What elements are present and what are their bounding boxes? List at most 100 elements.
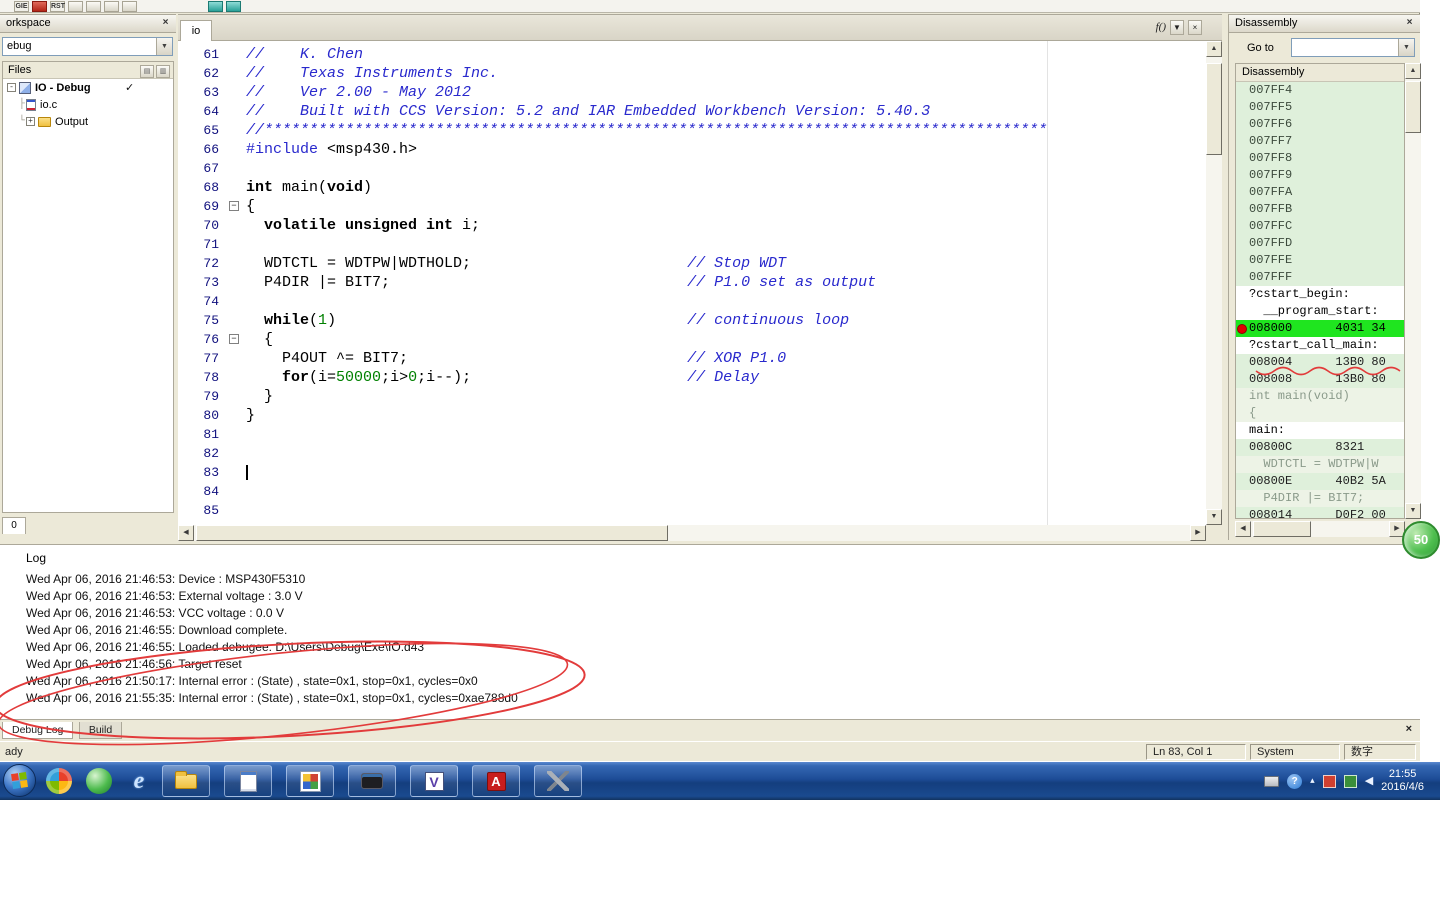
symbols-window-icon[interactable] bbox=[226, 1, 241, 12]
tab-debug-log[interactable]: Debug Log bbox=[2, 722, 74, 739]
journal-window-button[interactable] bbox=[224, 765, 272, 797]
tab-build[interactable]: Build bbox=[78, 722, 123, 739]
code-area[interactable]: 61// K. Chen 62// Texas Instruments Inc. 6… bbox=[178, 41, 1206, 525]
code-line[interactable]: 70 volatile unsigned int i; bbox=[178, 216, 1206, 235]
fold-icon[interactable]: − bbox=[229, 201, 239, 211]
adobe-reader-window-button[interactable]: A bbox=[472, 765, 520, 797]
code-line[interactable]: 71 bbox=[178, 235, 1206, 254]
help-tray-icon[interactable]: ? bbox=[1287, 773, 1303, 789]
code-line[interactable]: 85 bbox=[178, 501, 1206, 520]
memory-window-icon[interactable] bbox=[122, 1, 137, 12]
scroll-down-icon[interactable]: ▼ bbox=[1206, 509, 1222, 525]
disasm-row[interactable]: 00800E 40B2 5A bbox=[1236, 473, 1404, 490]
expander-icon[interactable]: + bbox=[26, 117, 36, 126]
expander-icon[interactable]: - bbox=[7, 83, 16, 92]
power-log-icon[interactable] bbox=[32, 1, 47, 12]
register-window-icon[interactable] bbox=[104, 1, 119, 12]
stack-window-icon[interactable] bbox=[68, 1, 83, 12]
status-ime-mode[interactable]: 数字 bbox=[1344, 744, 1416, 760]
disasm-row[interactable]: P4DIR |= BIT7; bbox=[1236, 490, 1404, 507]
printer-tray-icon[interactable] bbox=[1264, 775, 1280, 787]
disasm-row[interactable]: 007FF6 bbox=[1236, 116, 1404, 133]
disasm-row[interactable]: main: bbox=[1236, 422, 1404, 439]
scrollbar-thumb[interactable] bbox=[1206, 63, 1222, 155]
code-line[interactable]: 74 bbox=[178, 292, 1206, 311]
terminal-io-icon[interactable] bbox=[86, 1, 101, 12]
code-line[interactable]: 75 while(1) // continuous loop bbox=[178, 311, 1206, 330]
code-line[interactable]: 68 int main(void) bbox=[178, 178, 1206, 197]
scroll-down-icon[interactable]: ▼ bbox=[1405, 503, 1421, 519]
chevron-down-icon[interactable]: ▼ bbox=[1170, 19, 1184, 35]
code-line[interactable]: 80} bbox=[178, 406, 1206, 425]
code-line[interactable]: 76− { bbox=[178, 330, 1206, 349]
files-columns-icon[interactable]: ▥ bbox=[156, 65, 170, 78]
folder-window-button[interactable] bbox=[162, 765, 210, 797]
gie-toggle-icon[interactable]: GIE bbox=[14, 1, 29, 12]
code-line[interactable]: 69−{ bbox=[178, 197, 1206, 216]
close-icon[interactable]: × bbox=[1188, 19, 1202, 35]
taskbar-clock[interactable]: 21:55 2016/4/6 bbox=[1381, 768, 1434, 794]
code-line[interactable]: 81 bbox=[178, 425, 1206, 444]
disasm-row[interactable]: 008014 D0F2 00 bbox=[1236, 507, 1404, 518]
disasm-row[interactable]: { bbox=[1236, 405, 1404, 422]
code-line[interactable]: 67 bbox=[178, 159, 1206, 178]
scroll-up-icon[interactable]: ▲ bbox=[1405, 63, 1421, 79]
disassembly-horizontal-scrollbar[interactable]: ◀ ▶ bbox=[1235, 521, 1405, 537]
disasm-row[interactable]: 007FF9 bbox=[1236, 167, 1404, 184]
files-overview-icon[interactable]: ▤ bbox=[140, 65, 154, 78]
recorder-badge[interactable]: 50 bbox=[1402, 521, 1440, 559]
green-orb-app-icon[interactable] bbox=[86, 768, 112, 794]
speaker-tray-icon[interactable]: ◀ bbox=[1365, 775, 1373, 787]
tree-item-file[interactable]: ├ io.c bbox=[3, 96, 173, 113]
breakpoint-icon[interactable] bbox=[1237, 324, 1247, 334]
disasm-row[interactable]: 008008 13B0 80 bbox=[1236, 371, 1404, 388]
disasm-row[interactable]: 007FFD bbox=[1236, 235, 1404, 252]
code-line[interactable]: 65//************************************… bbox=[178, 121, 1206, 140]
code-line[interactable]: 62// Texas Instruments Inc. bbox=[178, 64, 1206, 83]
disasm-row[interactable]: 00800C 8321 bbox=[1236, 439, 1404, 456]
start-button[interactable] bbox=[3, 764, 36, 797]
code-line[interactable]: 64// Built with CCS Version: 5.2 and IAR… bbox=[178, 102, 1206, 121]
internet-explorer-icon[interactable]: e bbox=[126, 768, 152, 794]
editor-vertical-scrollbar[interactable]: ▲ ▼ bbox=[1206, 41, 1222, 525]
code-line[interactable]: 83 bbox=[178, 463, 1206, 482]
tree-item-project[interactable]: - IO - Debug ✓ bbox=[3, 79, 173, 96]
timeline-window-icon[interactable] bbox=[208, 1, 223, 12]
device-app-window-button[interactable] bbox=[348, 765, 396, 797]
disasm-row[interactable]: 007FFF bbox=[1236, 269, 1404, 286]
goto-address-input[interactable]: ▼ bbox=[1291, 38, 1415, 57]
disasm-row[interactable]: int main(void) bbox=[1236, 388, 1404, 405]
fold-icon[interactable]: − bbox=[229, 334, 239, 344]
editor-horizontal-scrollbar[interactable]: ◀ ▶ bbox=[178, 525, 1206, 541]
function-selector[interactable]: f() bbox=[1156, 19, 1166, 35]
disasm-row[interactable]: 007FFA bbox=[1236, 184, 1404, 201]
scrollbar-thumb[interactable] bbox=[1405, 81, 1421, 133]
code-line[interactable]: 66 #include <msp430.h> bbox=[178, 140, 1206, 159]
disasm-row[interactable]: 008000 4031 34 bbox=[1236, 320, 1404, 337]
tree-item-folder[interactable]: └ + Output bbox=[3, 113, 173, 130]
scroll-left-icon[interactable]: ◀ bbox=[178, 525, 194, 541]
workspace-bottom-tab[interactable]: 0 bbox=[2, 517, 26, 534]
disasm-row[interactable]: 007FF4 bbox=[1236, 82, 1404, 99]
close-icon[interactable]: × bbox=[1406, 722, 1412, 736]
disasm-row[interactable]: 007FFC bbox=[1236, 218, 1404, 235]
disassembly-vertical-scrollbar[interactable]: ▲ ▼ bbox=[1405, 63, 1421, 519]
pinwheel-browser-icon[interactable] bbox=[46, 768, 72, 794]
language-red-tray-icon[interactable] bbox=[1322, 774, 1336, 788]
disasm-row[interactable]: 007FF7 bbox=[1236, 133, 1404, 150]
config-selector[interactable]: ebug ▼ bbox=[2, 37, 173, 56]
code-line[interactable]: 73 P4DIR |= BIT7; // P1.0 set as output bbox=[178, 273, 1206, 292]
show-hidden-icons-chevron[interactable]: ▴ bbox=[1310, 776, 1315, 786]
scroll-up-icon[interactable]: ▲ bbox=[1206, 41, 1222, 57]
code-line[interactable]: 79 } bbox=[178, 387, 1206, 406]
code-line[interactable]: 77 P4OUT ^= BIT7; // XOR P1.0 bbox=[178, 349, 1206, 368]
disasm-row[interactable]: ?cstart_begin: bbox=[1236, 286, 1404, 303]
code-line[interactable]: 82 bbox=[178, 444, 1206, 463]
code-line[interactable]: 78 for(i=50000;i>0;i--); // Delay bbox=[178, 368, 1206, 387]
scroll-right-icon[interactable]: ▶ bbox=[1190, 525, 1206, 541]
iar-workbench-window-button[interactable]: V bbox=[410, 765, 458, 797]
disasm-row[interactable]: ?cstart_call_main: bbox=[1236, 337, 1404, 354]
disasm-row[interactable]: 007FF8 bbox=[1236, 150, 1404, 167]
code-line[interactable]: 61// K. Chen bbox=[178, 45, 1206, 64]
setup-window-button[interactable] bbox=[286, 765, 334, 797]
